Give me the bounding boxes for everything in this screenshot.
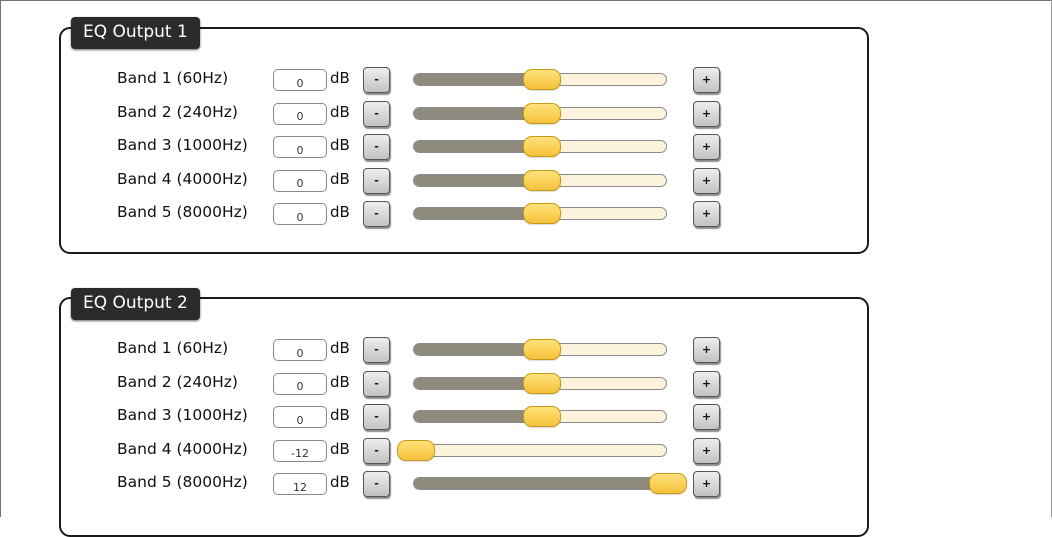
gain-db-input[interactable] <box>273 69 327 91</box>
db-unit-label: dB <box>330 406 350 424</box>
band-label: Band 1 (60Hz) <box>117 339 229 357</box>
gain-slider-thumb[interactable] <box>523 102 561 124</box>
eq-output-2-band-row: Band 1 (60Hz) dB- + <box>0 336 1052 363</box>
gain-db-input[interactable] <box>273 203 327 225</box>
gain-slider-thumb[interactable] <box>523 169 561 191</box>
db-unit-label: dB <box>330 136 350 154</box>
increase-gain-button[interactable]: + <box>693 167 720 194</box>
decrease-gain-button[interactable]: - <box>363 67 390 93</box>
increase-gain-button[interactable]: + <box>693 370 720 397</box>
gain-slider-fill <box>414 478 666 489</box>
increase-gain-button[interactable]: + <box>693 471 720 497</box>
band-label: Band 4 (4000Hz) <box>117 169 248 188</box>
db-unit-label: dB <box>330 102 350 121</box>
eq-output-2-band-row: Band 4 (4000Hz) dB- + <box>0 437 1052 464</box>
band-label: Band 3 (1000Hz) <box>117 406 248 424</box>
gain-slider-thumb[interactable] <box>523 136 561 157</box>
decrease-gain-button[interactable]: - <box>363 337 390 363</box>
decrease-gain-button[interactable]: - <box>363 134 390 160</box>
decrease-gain-button[interactable]: - <box>363 404 390 430</box>
band-label: Band 5 (8000Hz) <box>117 473 248 491</box>
eq-output-1-title: EQ Output 1 <box>71 17 200 49</box>
increase-gain-button[interactable]: + <box>693 67 720 93</box>
gain-slider-track[interactable] <box>413 477 667 490</box>
db-unit-label: dB <box>330 203 350 221</box>
increase-gain-button[interactable]: + <box>693 100 720 127</box>
decrease-gain-button[interactable]: - <box>363 370 390 397</box>
eq-output-1-band-row: Band 2 (240Hz) dB- + <box>0 100 1052 127</box>
eq-output-2-title: EQ Output 2 <box>71 288 200 320</box>
eq-output-2-band-row: Band 3 (1000Hz) dB- + <box>0 403 1052 430</box>
band-label: Band 2 (240Hz) <box>117 102 238 121</box>
db-unit-label: dB <box>330 169 350 188</box>
db-unit-label: dB <box>330 372 350 391</box>
band-label: Band 1 (60Hz) <box>117 69 229 87</box>
gain-slider-thumb[interactable] <box>649 473 687 494</box>
band-label: Band 3 (1000Hz) <box>117 136 248 154</box>
gain-db-input[interactable] <box>273 406 327 428</box>
increase-gain-button[interactable]: + <box>693 437 720 464</box>
decrease-gain-button[interactable]: - <box>363 167 390 194</box>
eq-output-1-band-row: Band 4 (4000Hz) dB- + <box>0 167 1052 194</box>
window-top-border <box>0 0 1052 1</box>
increase-gain-button[interactable]: + <box>693 337 720 363</box>
gain-db-input[interactable] <box>273 372 327 395</box>
decrease-gain-button[interactable]: - <box>363 100 390 127</box>
gain-slider-thumb[interactable] <box>397 439 435 461</box>
gain-db-input[interactable] <box>273 339 327 361</box>
decrease-gain-button[interactable]: - <box>363 437 390 464</box>
db-unit-label: dB <box>330 473 350 491</box>
gain-db-input[interactable] <box>273 136 327 158</box>
eq-output-1-band-row: Band 1 (60Hz) dB- + <box>0 66 1052 93</box>
eq-output-1-band-row: Band 3 (1000Hz) dB- + <box>0 133 1052 160</box>
band-label: Band 5 (8000Hz) <box>117 203 248 221</box>
db-unit-label: dB <box>330 439 350 458</box>
gain-slider-thumb[interactable] <box>523 69 561 90</box>
gain-slider-thumb[interactable] <box>523 203 561 224</box>
decrease-gain-button[interactable]: - <box>363 201 390 227</box>
db-unit-label: dB <box>330 69 350 87</box>
band-label: Band 2 (240Hz) <box>117 372 238 391</box>
gain-slider-track[interactable] <box>413 443 667 457</box>
gain-db-input[interactable] <box>273 473 327 495</box>
eq-output-1-band-row: Band 5 (8000Hz) dB- + <box>0 200 1052 227</box>
increase-gain-button[interactable]: + <box>693 134 720 160</box>
gain-slider-thumb[interactable] <box>523 339 561 360</box>
db-unit-label: dB <box>330 339 350 357</box>
decrease-gain-button[interactable]: - <box>363 471 390 497</box>
gain-db-input[interactable] <box>273 102 327 125</box>
gain-slider-thumb[interactable] <box>523 406 561 427</box>
gain-db-input[interactable] <box>273 439 327 462</box>
band-label: Band 4 (4000Hz) <box>117 439 248 458</box>
gain-db-input[interactable] <box>273 169 327 192</box>
eq-output-2-band-row: Band 5 (8000Hz) dB- + <box>0 470 1052 497</box>
gain-slider-thumb[interactable] <box>523 372 561 394</box>
increase-gain-button[interactable]: + <box>693 404 720 430</box>
increase-gain-button[interactable]: + <box>693 201 720 227</box>
eq-output-2-band-row: Band 2 (240Hz) dB- + <box>0 370 1052 397</box>
